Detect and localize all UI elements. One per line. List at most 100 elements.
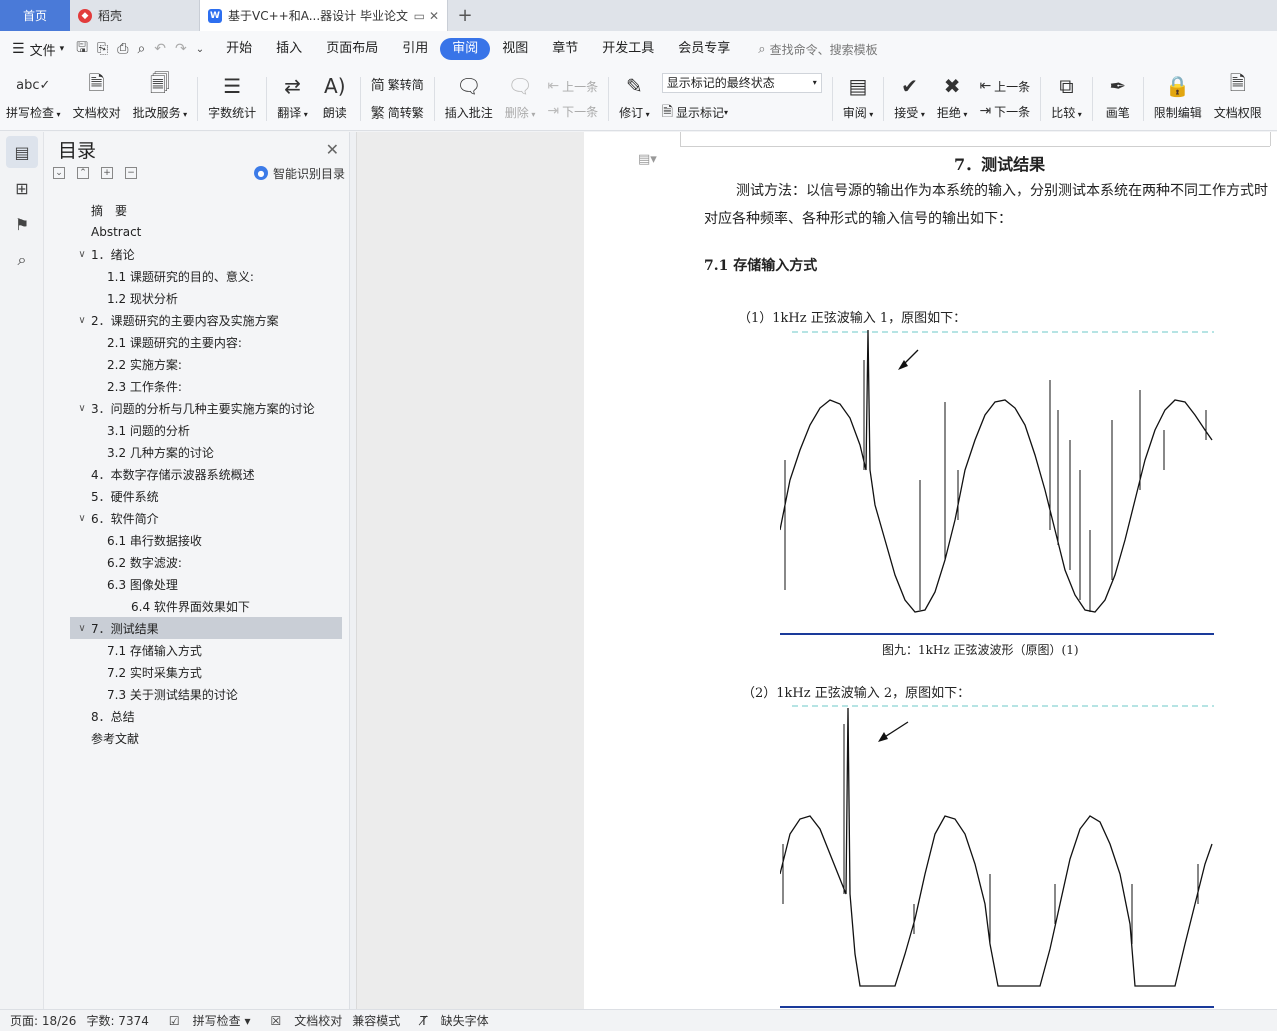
toc-item[interactable]: 6.3 图像处理 [70,573,342,595]
menu-tab-references[interactable]: 引用 [390,38,440,60]
word-count-button[interactable]: ☰ 字数统计 [202,71,262,127]
toc-item[interactable]: 2.3 工作条件: [70,375,342,397]
status-doc-proof[interactable]: ☒ 文档校对 [260,1012,342,1029]
toc-item[interactable]: 7.2 实时采集方式 [70,661,342,683]
remove-heading-icon[interactable]: − [125,167,137,179]
toc-item[interactable]: Abstract [70,221,342,243]
show-markup-icon: 🗎 [661,103,673,120]
chevron-down-icon[interactable]: ∨ [75,315,89,326]
toc-item[interactable]: 1.1 课题研究的目的、意义: [70,265,342,287]
toc-item[interactable]: ∨ 1．绪论 [70,243,342,265]
print-icon[interactable]: ⎙ [117,41,128,57]
next-change-icon: ⇥ [979,103,992,119]
chevron-down-icon[interactable]: ∨ [75,249,89,260]
close-icon[interactable]: ✕ [326,140,339,159]
compare-button[interactable]: ⧉ 比较 ▾ [1045,71,1088,127]
next-change-button[interactable]: ⇥ 下一条 [979,103,1030,120]
file-menu[interactable]: ☰ 文件 ▾ [0,40,76,59]
menu-tab-home[interactable]: 开始 [214,38,264,60]
customize-chevron-icon[interactable]: ⌄ [196,44,204,55]
toc-item[interactable]: 2.1 课题研究的主要内容: [70,331,342,353]
export-icon[interactable]: ⎘ [97,41,108,57]
save-icon[interactable]: 🖫 [76,37,88,61]
close-tab-icon[interactable]: ✕ [429,9,439,23]
expand-all-icon[interactable]: ⌄ [53,167,65,179]
show-markup-button[interactable]: 🗎 显示标记 ▾ [662,101,822,125]
menu-tab-member[interactable]: 会员专享 [666,38,742,60]
toc-item[interactable]: 5．硬件系统 [70,485,342,507]
document-page[interactable]: ▤▾ 7．测试结果 测试方法：以信号源的输出作为本系统的输入，分别测试本系统在两… [584,132,1277,1009]
menu-tab-sections[interactable]: 章节 [540,38,590,60]
markup-state-select[interactable]: 显示标记的最终状态 ▾ [661,72,822,93]
next-comment-button[interactable]: ⇥ 下一条 [547,103,598,120]
toc-item[interactable]: 1.2 现状分析 [70,287,342,309]
toc-item[interactable]: 6.2 数字滤波: [70,551,342,573]
add-heading-icon[interactable]: + [101,167,113,179]
read-aloud-button[interactable]: A) 朗读 [314,71,356,127]
smart-toc-button[interactable]: ● 智能识别目录 [253,165,345,182]
toc-item[interactable]: 6.1 串行数据接收 [70,529,342,551]
restrict-edit-button[interactable]: 🔒 限制编辑 [1148,71,1208,127]
doc-proof-button[interactable]: 🗎 文档校对 [67,71,127,127]
toc-item[interactable]: 3.2 几种方案的讨论 [70,441,342,463]
toc-panel-icon[interactable]: ▤ [6,136,38,168]
review-pane-button[interactable]: ▤ 审阅 ▾ [837,71,880,127]
page-count[interactable]: 页面: 18/26 [10,1012,76,1029]
missing-font-button[interactable]: T̸ 缺失字体 [410,1012,488,1029]
simp-to-trad-button[interactable]: 繁简转繁 [371,103,424,123]
toc-item[interactable]: 参考文献 [70,727,342,749]
chevron-down-icon[interactable]: ∨ [75,623,89,634]
toc-item[interactable]: ∨ 3．问题的分析与几种主要实施方案的讨论 [70,397,342,419]
status-spell-check[interactable]: ☑ 拼写检查 ▾ [159,1012,251,1029]
collapse-all-icon[interactable]: ⌃ [77,167,89,179]
word-count[interactable]: 字数: 7374 [86,1012,148,1029]
insert-comment-label: 插入批注 [444,105,493,120]
new-tab-button[interactable]: + [448,0,482,31]
prev-change-button[interactable]: ⇤ 上一条 [979,78,1030,95]
toc-item[interactable]: 3.1 问题的分析 [70,419,342,441]
toc-item[interactable]: ∨ 6．软件简介 [70,507,342,529]
command-search[interactable]: ⌕ 查找命令、搜索模板 [758,41,877,58]
toc-item[interactable]: 8．总结 [70,705,342,727]
menu-tab-developer[interactable]: 开发工具 [590,38,666,60]
tab-docer[interactable]: ◆ 稻壳 [70,0,200,31]
tab-document[interactable]: W 基于VC++和A...器设计 毕业论文 ▭ ✕ [200,0,448,31]
track-changes-button[interactable]: ✎ 修订 ▾ [613,71,656,127]
chapter-nav-icon[interactable]: ⊞ [6,172,38,204]
menu-tab-review[interactable]: 审阅 [440,38,491,60]
accept-button[interactable]: ✔ 接受 ▾ [888,71,931,127]
bookmark-icon[interactable]: ⚑ [6,208,38,240]
print-preview-icon[interactable]: ⌕ [137,41,145,57]
revise-service-button[interactable]: 🗐 批改服务 ▾ [127,71,194,127]
toc-item[interactable]: 7.3 关于测试结果的讨论 [70,683,342,705]
reject-button[interactable]: ✖ 拒绝 ▾ [931,71,974,127]
toc-item[interactable]: 4．本数字存储示波器系统概述 [70,463,342,485]
toc-item[interactable]: 摘 要 [70,199,342,221]
search-icon[interactable]: ⌕ [6,244,38,276]
redo-icon[interactable]: ↷ [175,41,187,57]
pen-button[interactable]: ✒ 画笔 [1097,71,1139,127]
insert-comment-button[interactable]: 🗨 插入批注 [439,71,499,127]
toc-item[interactable]: ∨ 2．课题研究的主要内容及实施方案 [70,309,342,331]
toc-item[interactable]: ∨ 7．测试结果 [70,617,342,639]
menu-tab-insert[interactable]: 插入 [264,38,314,60]
tab-home[interactable]: 首页 [0,0,70,31]
prev-change-icon: ⇤ [979,78,992,94]
toc-item[interactable]: 7.1 存储输入方式 [70,639,342,661]
prev-comment-button[interactable]: ⇤ 上一条 [547,78,598,95]
doc-permission-button[interactable]: 🗎 文档权限 [1208,71,1268,127]
menu-tab-layout[interactable]: 页面布局 [314,38,390,60]
chevron-down-icon[interactable]: ∨ [75,403,89,414]
trad-to-simp-button[interactable]: 简繁转简 [371,75,424,95]
undo-icon[interactable]: ↶ [154,41,166,57]
delete-comment-button[interactable]: 🗨 删除 ▾ [499,71,542,127]
toc-item[interactable]: 6.4 软件界面效果如下 [70,595,342,617]
chevron-down-icon[interactable]: ∨ [75,513,89,524]
translate-button[interactable]: ⇄ 翻译 ▾ [271,71,314,127]
toc-item[interactable]: 2.2 实施方案: [70,353,342,375]
restrict-edit-label: 限制编辑 [1153,105,1202,120]
spell-check-button[interactable]: abc✓ 拼写检查 ▾ [0,71,67,127]
paragraph-menu-icon[interactable]: ▤▾ [638,152,657,167]
menu-tab-view[interactable]: 视图 [490,38,540,60]
restore-window-icon[interactable]: ▭ [414,9,425,23]
